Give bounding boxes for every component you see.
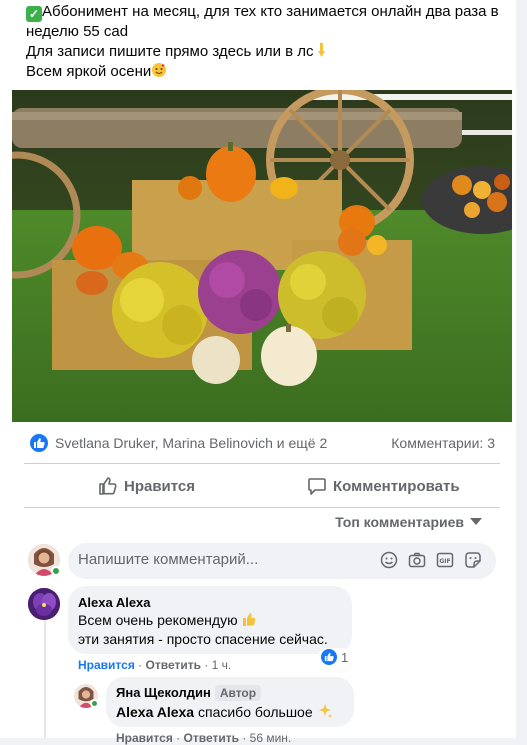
thumbs-up-emoji-icon: [241, 612, 257, 628]
reply-bubble: Яна Щеколдин Автор Alexa Alexa спасибо бо…: [106, 677, 354, 727]
comments-count[interactable]: Комментарии: 3: [391, 435, 495, 451]
post-line-3: Для записи пишите прямо здесь или в лс: [26, 43, 314, 60]
smiling-hearts-icon: [151, 62, 167, 78]
reply-reply-link[interactable]: Ответить: [184, 731, 239, 745]
comment-like-link[interactable]: Нравится: [78, 658, 135, 672]
post-line-4: Всем яркой осени: [26, 63, 152, 80]
commenter-avatar[interactable]: [28, 588, 60, 620]
reply-mention[interactable]: Alexa Alexa: [116, 704, 194, 720]
post-photo[interactable]: [12, 90, 512, 422]
reply-meta: Нравится · Ответить · 56 мин.: [116, 731, 292, 745]
comment-button[interactable]: Комментировать: [307, 470, 460, 502]
chevron-down-icon: [470, 518, 482, 525]
comment-icon: [308, 478, 326, 495]
online-indicator: [51, 566, 61, 576]
divider: [24, 463, 500, 464]
comment-composer[interactable]: GIF: [68, 543, 496, 579]
thread-line: [44, 620, 46, 738]
like-button[interactable]: Нравится: [98, 470, 195, 502]
thumbs-up-icon: [99, 477, 117, 495]
camera-icon[interactable]: [408, 551, 428, 571]
post-line-2: неделю 55 cad: [26, 23, 129, 40]
comment-bubble: Alexa Alexa Всем очень рекомендую эти за…: [68, 586, 352, 654]
reply-text: Alexa Alexa спасибо большое: [116, 703, 333, 722]
online-indicator: [90, 699, 99, 708]
gif-icon[interactable]: GIF: [436, 551, 456, 571]
reply-like-link[interactable]: Нравится: [116, 731, 173, 745]
like-button-label: Нравится: [124, 477, 196, 495]
reactors-list[interactable]: Svetlana Druker, Marina Belinovich и ещё…: [55, 435, 327, 451]
like-reaction-icon[interactable]: [30, 434, 48, 452]
comment-author[interactable]: Alexa Alexa: [78, 595, 151, 610]
comment-meta: Нравится · Ответить · 1 ч.: [78, 658, 232, 672]
comment-reply-link[interactable]: Ответить: [146, 658, 201, 672]
like-reaction-icon: [321, 649, 337, 665]
svg-text:GIF: GIF: [439, 558, 450, 565]
post-line-1: Аббонимент на месяц, для тех кто занимае…: [42, 3, 499, 20]
post-text: ✓ Аббонимент на месяц, для тех кто занима…: [26, 2, 506, 82]
comment-input[interactable]: [78, 551, 358, 568]
comment-reaction-count[interactable]: 1: [318, 648, 352, 666]
comment-button-label: Комментировать: [333, 477, 460, 495]
comment-text-line-2: эти занятия - просто спасение сейчас.: [78, 631, 328, 647]
reply-time[interactable]: 56 мин.: [250, 731, 292, 745]
comment-time[interactable]: 1 ч.: [212, 658, 232, 672]
author-badge: Автор: [214, 685, 262, 701]
pointing-down-icon: [314, 42, 330, 58]
comment-text-line-1: Всем очень рекомендую: [78, 611, 257, 630]
sticker-icon[interactable]: [464, 551, 484, 571]
post-card: ✓ Аббонимент на месяц, для тех кто занима…: [0, 0, 516, 745]
emoji-icon[interactable]: [380, 551, 400, 571]
sort-label: Топ комментариев: [335, 514, 464, 530]
comment-sort-dropdown[interactable]: Топ комментариев: [335, 514, 482, 530]
divider: [24, 507, 500, 508]
sparkles-icon: [317, 704, 333, 720]
reactions-bar: Svetlana Druker, Marina Belinovich и ещё…: [30, 433, 500, 453]
reply-author: Яна Щеколдин Автор: [116, 685, 262, 701]
check-mark-icon: ✓: [26, 6, 42, 22]
